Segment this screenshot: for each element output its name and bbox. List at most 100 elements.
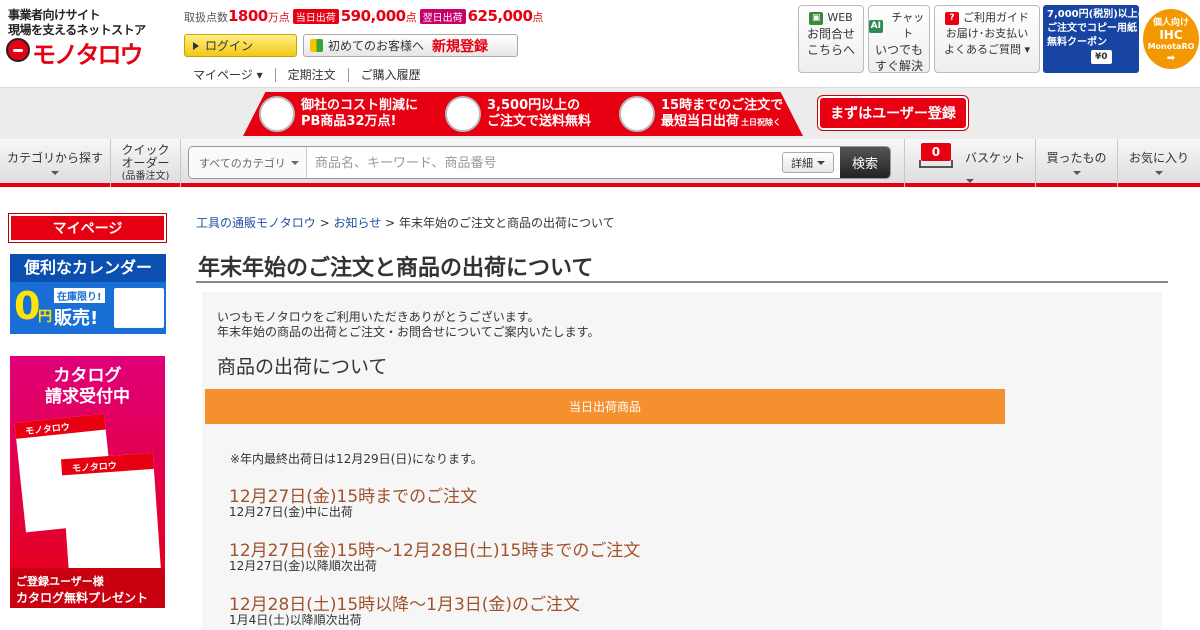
search-button[interactable]: 検索 bbox=[840, 147, 890, 178]
intro-line1: いつもモノタロウをご利用いただきありがとうございます。 bbox=[217, 310, 540, 324]
play-icon bbox=[193, 41, 199, 50]
question-icon: ? bbox=[945, 11, 959, 25]
breadcrumb-news[interactable]: お知らせ bbox=[333, 216, 381, 230]
chat-line2: すぐ解決 bbox=[874, 59, 923, 73]
intro-line2: 年末年始の商品の出荷とご注文・お問合せについてご案内いたします。 bbox=[217, 325, 600, 339]
guide-line1: お届け･お支払い bbox=[945, 27, 1029, 40]
schedule-detail: 12月27日(金)以降順次出荷 bbox=[229, 559, 377, 573]
subnav-regular-order[interactable]: 定期注文 bbox=[276, 66, 348, 83]
chevron-down-icon bbox=[966, 179, 974, 183]
section-title: 商品の出荷について bbox=[217, 356, 388, 378]
calendar-sale-banner[interactable]: 便利なカレンダー 在庫限り! 0 円 販売! bbox=[10, 254, 166, 334]
ihc-line3: MonotaRO bbox=[1147, 42, 1195, 51]
next-day-count: 625,000 bbox=[467, 7, 533, 25]
login-label: ログイン bbox=[205, 39, 254, 53]
coupon-banner[interactable]: 7,000円(税別)以上の ご注文でコピー用紙 無料クーポン ¥0 bbox=[1043, 5, 1139, 73]
promo-pb-line1: 御社のコスト削減に bbox=[301, 98, 419, 113]
basket-count: 0 bbox=[920, 143, 951, 161]
promo-sameday-line1: 15時までのご注文で bbox=[661, 97, 784, 113]
calendar-price: 0 bbox=[14, 284, 41, 328]
search-input[interactable] bbox=[307, 147, 782, 178]
catalog-foot-1: ご登録ユーザー様 bbox=[16, 575, 104, 588]
search-category-value: すべてのカテゴリ bbox=[199, 156, 286, 170]
subnav-mypage[interactable]: マイページ ▾ bbox=[193, 66, 275, 83]
promo-shipping-line1: 3,500円以上の bbox=[487, 98, 581, 113]
cart-icon: 0 bbox=[915, 143, 959, 173]
web-head: WEB bbox=[827, 11, 853, 24]
promo-shipping-line2: ご注文で送料無料 bbox=[487, 114, 592, 129]
login-button[interactable]: ログイン bbox=[184, 34, 297, 57]
breadcrumb: 工具の通販モノタロウ > お知らせ > 年末年始のご注文と商品の出荷について bbox=[196, 214, 615, 231]
truck-icon bbox=[619, 96, 655, 132]
catalog-title: カタログ bbox=[53, 366, 122, 386]
coupon-line1: 7,000円(税別)以上の bbox=[1047, 9, 1139, 20]
quick-order-button[interactable]: クイック オーダー (品番注文) bbox=[111, 139, 181, 187]
stats-total: 1800 bbox=[228, 7, 268, 25]
promo-free-shipping: 3,500円以上の ご注文で送料無料 bbox=[445, 96, 591, 132]
same-day-tag: 当日出荷 bbox=[292, 9, 339, 24]
tab-same-day-shipping[interactable]: 当日出荷商品 bbox=[205, 389, 1005, 424]
catalog-request-banner[interactable]: カタログ 請求受付中 モノタロウ モノタロウ ご登録ユーザー様 カタログ無料プレ… bbox=[10, 356, 165, 608]
box-icon bbox=[445, 96, 481, 132]
promo-banner[interactable]: 御社のコスト削減に PB商品32万点! 3,500円以上の ご注文で送料無料 15時… bbox=[243, 92, 803, 136]
bought-label: 買ったもの bbox=[1046, 150, 1107, 165]
schedule-detail: 12月27日(金)中に出荷 bbox=[229, 505, 353, 519]
quick-order-line3: (品番注文) bbox=[121, 170, 170, 182]
breadcrumb-current: 年末年始のご注文と商品の出荷について bbox=[398, 216, 615, 230]
quick-order-line1: クイック bbox=[121, 142, 170, 157]
logo[interactable]: モノタロウ bbox=[32, 35, 144, 70]
promo-same-day: 15時までのご注文で 最短当日出荷 土日祝除く bbox=[619, 96, 783, 132]
next-day-unit: 点 bbox=[532, 11, 544, 24]
new-customer-label: 初めてのお客様へ bbox=[328, 39, 425, 53]
category-label: カテゴリから探す bbox=[6, 150, 103, 165]
same-day-unit: 点 bbox=[405, 11, 417, 24]
logo-icon[interactable] bbox=[6, 38, 30, 62]
promo-sameday-line2: 最短当日出荷 bbox=[661, 113, 740, 129]
coupon-price-tag: ¥0 bbox=[1091, 50, 1112, 64]
new-register-button[interactable]: 初めてのお客様へ 新規登録 bbox=[303, 34, 518, 57]
sidebar-mypage-button[interactable]: マイページ bbox=[8, 213, 167, 243]
category-menu[interactable]: カテゴリから探す bbox=[0, 139, 111, 187]
chevron-down-icon bbox=[1072, 170, 1081, 175]
promo-pb-line2: PB商品32万点! bbox=[301, 114, 397, 129]
ihc-line2: IHC bbox=[1159, 28, 1183, 42]
breadcrumb-home[interactable]: 工具の通販モノタロウ bbox=[196, 216, 316, 230]
ihc-link[interactable]: 個人向け IHC MonotaRO ➡ bbox=[1143, 9, 1199, 69]
web-inquiry-button[interactable]: ▣ WEB お問合せ こちらへ bbox=[798, 5, 864, 73]
schedule-detail: 1月4日(土)以降順次出荷 bbox=[229, 613, 362, 627]
arrow-right-icon: ➡ bbox=[1166, 53, 1176, 64]
register-label: 新規登録 bbox=[432, 38, 489, 55]
web-icon: ▣ bbox=[809, 11, 824, 25]
breadcrumb-sep: > bbox=[319, 216, 330, 230]
calendar-sale: 販売! bbox=[54, 308, 99, 329]
calendar-image bbox=[114, 288, 164, 328]
user-register-cta[interactable]: まずはユーザー登録 bbox=[818, 96, 968, 130]
guide-line2: よくあるご質問 ▾ bbox=[943, 43, 1031, 56]
detail-label: 詳細 bbox=[791, 156, 813, 170]
ai-chat-button[interactable]: AI チャット いつでも すぐ解決 bbox=[868, 5, 930, 73]
favorites-label: お気に入り bbox=[1128, 150, 1189, 165]
stats-label: 取扱点数 bbox=[184, 11, 228, 24]
page-title: 年末年始のご注文と商品の出荷について bbox=[198, 256, 594, 281]
search-category-select[interactable]: すべてのカテゴリ bbox=[189, 147, 307, 178]
item-count-stats: 取扱点数 1800 万点 当日出荷 590,000 点 翌日出荷 625,000… bbox=[184, 7, 546, 25]
guide-button[interactable]: ? ご利用ガイド お届け･お支払い よくあるご質問 ▾ bbox=[934, 5, 1040, 73]
same-day-count: 590,000 bbox=[340, 7, 406, 25]
subnav-purchase-history[interactable]: ご購入履歴 bbox=[349, 66, 433, 83]
basket-row: 0 バスケット bbox=[915, 143, 1025, 173]
next-day-tag: 翌日出荷 bbox=[419, 9, 466, 24]
header-subnav: マイページ ▾ 定期注文 ご購入履歴 bbox=[193, 66, 433, 83]
cart-body bbox=[918, 160, 953, 168]
favorites-menu[interactable]: お気に入り bbox=[1118, 139, 1200, 187]
calendar-unit: 円 bbox=[38, 309, 52, 325]
catalog-foot-2: カタログ無料プレゼント bbox=[16, 591, 149, 605]
chevron-down-icon bbox=[1155, 170, 1163, 175]
calendar-tag: 在庫限り! bbox=[54, 288, 105, 303]
search-detail-button[interactable]: 詳細 bbox=[782, 152, 834, 173]
chevron-down-icon bbox=[290, 160, 299, 165]
basket-label: バスケット bbox=[964, 150, 1025, 165]
basket-button[interactable]: 0 バスケット bbox=[904, 139, 1036, 187]
bought-items-menu[interactable]: 買ったもの bbox=[1036, 139, 1118, 187]
ai-chat-icon: AI bbox=[869, 19, 883, 33]
shipping-note: ※年内最終出荷日は12月29日(日)になります。 bbox=[230, 452, 483, 466]
